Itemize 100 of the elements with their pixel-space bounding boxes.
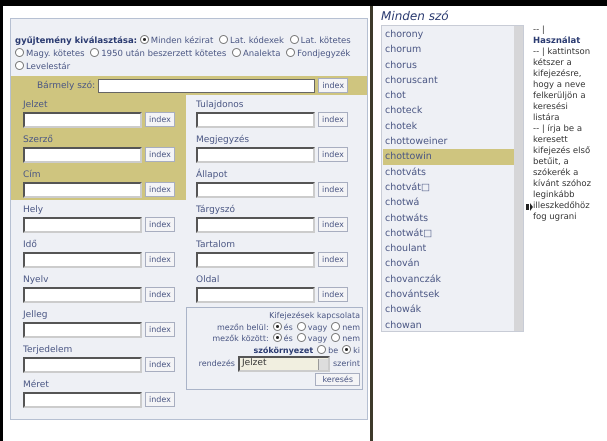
radio-button[interactable] (90, 48, 100, 57)
input-field[interactable] (196, 217, 315, 233)
option-label: mezők között: (212, 333, 269, 344)
field-label: Méret (23, 380, 50, 390)
input-field[interactable] (23, 322, 142, 338)
cursor-icon (526, 203, 533, 211)
index-button[interactable]: index (318, 287, 348, 302)
option-label: Minden kézirat (150, 36, 214, 46)
radio-button[interactable] (331, 333, 340, 342)
list-item[interactable]: chotwát□ (383, 226, 514, 242)
radio-button[interactable] (296, 322, 306, 330)
input-field[interactable] (196, 112, 315, 128)
search-button[interactable]: keresés (315, 373, 360, 386)
list-item[interactable]: chot (383, 88, 514, 104)
scrollbar[interactable] (514, 26, 523, 331)
input-field[interactable] (23, 252, 142, 268)
radio-button[interactable] (232, 48, 241, 57)
input-field[interactable] (23, 217, 142, 233)
list-item[interactable]: chorus (383, 58, 514, 73)
radio-button[interactable] (317, 344, 326, 354)
list-item[interactable]: chotwáts (383, 210, 514, 226)
input-field[interactable] (23, 357, 142, 373)
list-item[interactable]: chovántsek (383, 287, 514, 302)
index-button[interactable]: index (145, 112, 175, 127)
index-button[interactable]: index (318, 147, 348, 162)
input-field[interactable] (196, 287, 315, 303)
list-item[interactable]: chotvát□ (383, 180, 514, 196)
list-item[interactable]: choruscant (383, 72, 514, 88)
index-button[interactable]: index (145, 392, 175, 407)
sort-dropdown[interactable]: Jelzet (238, 356, 330, 372)
input-field[interactable] (196, 147, 315, 163)
radio-button[interactable] (272, 322, 282, 330)
radio-button[interactable] (296, 333, 306, 342)
option-label: Fondjegyzék (297, 49, 350, 59)
option-label: mezőn belül: (217, 322, 269, 333)
radio-button[interactable] (15, 61, 24, 70)
index-button[interactable]: index (145, 357, 175, 372)
option-label: és (284, 334, 293, 343)
option-label: nem (342, 322, 360, 332)
field-label: Bármely szó: (37, 80, 96, 90)
index-button[interactable]: index (318, 112, 348, 127)
option-label: Magy. kötetes (26, 49, 85, 59)
list-item[interactable]: chorum (383, 42, 514, 58)
option-label: Analekta (242, 49, 280, 59)
list-item[interactable]: chottoweiner (383, 134, 514, 150)
field-label: Jelzet (23, 100, 48, 110)
option-label: vagy (308, 334, 328, 343)
index-button[interactable]: index (145, 322, 175, 337)
radio-button[interactable] (290, 35, 299, 44)
field-label: Cím (23, 170, 42, 180)
radio-button[interactable] (286, 48, 296, 57)
radio-button[interactable] (272, 333, 282, 342)
list-item[interactable]: chotek (383, 118, 514, 134)
input-field[interactable] (196, 252, 315, 268)
sort-suffix: szerint (332, 358, 360, 370)
list-item[interactable]: choulant (383, 241, 514, 256)
index-button[interactable]: index (318, 252, 348, 267)
option-label: szókörnyezet (253, 344, 314, 356)
options-title: Kifejezések kapcsolata (269, 310, 360, 322)
radio-button[interactable] (15, 48, 24, 57)
option-label: Lat. kódexek (230, 36, 284, 46)
radio-button[interactable] (342, 344, 352, 354)
field-label: Oldal (196, 275, 220, 285)
help-text: -- | Használat (533, 25, 582, 47)
index-button[interactable]: index (318, 217, 348, 232)
index-button[interactable]: index (318, 78, 348, 93)
field-label: Tulajdonos (196, 100, 244, 110)
option-label: és (284, 322, 293, 332)
radio-button[interactable] (140, 35, 149, 44)
input-field[interactable] (23, 392, 142, 408)
input-field[interactable] (23, 287, 142, 303)
radio-button[interactable] (219, 35, 228, 44)
index-button[interactable]: index (145, 252, 175, 267)
radio-button[interactable] (331, 322, 340, 330)
input-field[interactable] (196, 182, 315, 198)
input-field[interactable] (23, 182, 142, 198)
list-item[interactable]: chorony (383, 27, 514, 42)
index-button[interactable]: index (145, 182, 175, 197)
index-button[interactable]: index (145, 147, 175, 162)
list-item[interactable]: chottowin (383, 149, 514, 165)
list-item[interactable]: chován (383, 256, 514, 272)
word-list[interactable]: chorony chorum chorus choruscant chot choteck chotek chottoweiner chottowin chotváts chotvát□ chotwá chotwáts chotwát□ choulant chován chovanczák chovántsek chowák chowan (381, 25, 524, 332)
index-button[interactable]: index (145, 287, 175, 302)
input-field[interactable] (23, 147, 142, 163)
list-item[interactable]: chowák (383, 302, 514, 318)
input-field[interactable] (98, 78, 316, 92)
index-button[interactable]: index (318, 182, 348, 197)
sort-label: rendezés (198, 358, 235, 370)
index-button[interactable]: index (145, 217, 175, 232)
list-item[interactable]: choteck (383, 103, 514, 119)
input-field[interactable] (23, 112, 142, 128)
option-label: ki (353, 346, 360, 354)
list-item[interactable]: chovanczák (383, 272, 514, 288)
list-item[interactable]: chotváts (383, 164, 514, 180)
list-item[interactable]: chowan (383, 318, 514, 333)
field-label: Megjegyzés (196, 135, 250, 145)
field-label: Hely (23, 205, 44, 215)
field-label: Szerző (23, 135, 54, 145)
list-item[interactable]: chotwá (383, 195, 514, 211)
field-label: Állapot (196, 170, 228, 180)
